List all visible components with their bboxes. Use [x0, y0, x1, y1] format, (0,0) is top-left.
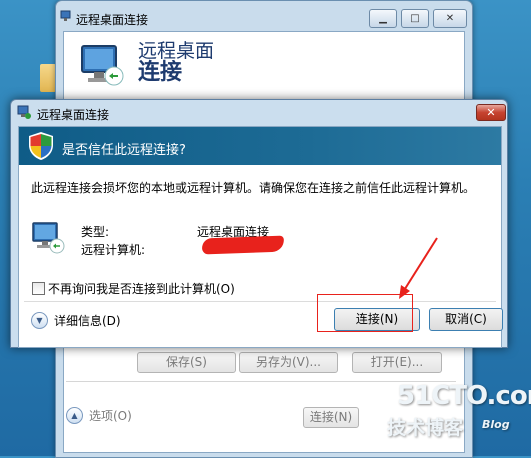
remote-desktop-app-icon	[60, 10, 71, 21]
watermark-blog: Blog	[482, 418, 510, 431]
watermark-logo: 51CTO.com	[397, 381, 531, 411]
dialog-title: 远程桌面连接	[37, 108, 110, 122]
save-button[interactable]: 保存(S)	[137, 352, 236, 373]
dialog-titlebar: 远程桌面连接 ✕	[11, 100, 507, 126]
remote-computer-icon	[32, 222, 65, 254]
remote-desktop-logo-icon	[81, 45, 124, 86]
window-heading-line1: 远程桌面	[138, 40, 215, 62]
banner-question: 是否信任此远程连接?	[62, 143, 186, 158]
details-label: 详细信息(D)	[54, 314, 121, 328]
type-label: 类型:	[81, 225, 110, 239]
trust-dialog: 远程桌面连接 ✕ 是否信任此远程连接? 此远程连接会损坏您的本地或远程计算机。请…	[10, 99, 508, 348]
open-button[interactable]: 打开(E)...	[352, 352, 442, 373]
dialog-close-button[interactable]: ✕	[476, 104, 506, 121]
options-label: 选项(O)	[89, 409, 132, 423]
redaction-mark	[201, 235, 285, 255]
window-heading-line2: 连接	[138, 60, 183, 85]
minimize-button[interactable]: ▁	[369, 9, 397, 28]
remote-computer-label: 远程计算机:	[81, 243, 146, 257]
window-close-button[interactable]: ✕	[433, 9, 467, 28]
annotation-arrow-icon	[399, 237, 438, 299]
desktop-folder-icon[interactable]	[40, 64, 56, 92]
security-shield-icon	[29, 132, 53, 160]
cancel-button[interactable]: 取消(C)	[429, 308, 503, 331]
dont-ask-label[interactable]: 不再询问我是否连接到此计算机(O)	[48, 280, 235, 297]
warning-message: 此远程连接会损坏您的本地或远程计算机。请确保您在连接之前信任此远程计算机。	[31, 181, 476, 195]
save-as-button[interactable]: 另存为(V)...	[239, 352, 338, 373]
maximize-button[interactable]: □	[401, 9, 429, 28]
dont-ask-checkbox[interactable]	[32, 282, 45, 295]
chevron-down-icon: ▼	[31, 312, 48, 329]
bg-connect-button[interactable]: 连接(N)	[303, 407, 359, 428]
window-heading: 远程桌面 连接	[138, 40, 214, 84]
details-toggle[interactable]: ▼ 详细信息(D)	[31, 312, 121, 329]
remote-desktop-app-icon	[17, 105, 31, 119]
options-toggle[interactable]: ▲ 选项(O)	[66, 407, 132, 424]
window-title: 远程桌面连接	[76, 13, 149, 27]
watermark-subtitle: 技术博客	[387, 417, 464, 439]
chevron-up-icon: ▲	[66, 407, 83, 424]
warning-banner: 是否信任此远程连接?	[19, 127, 501, 165]
